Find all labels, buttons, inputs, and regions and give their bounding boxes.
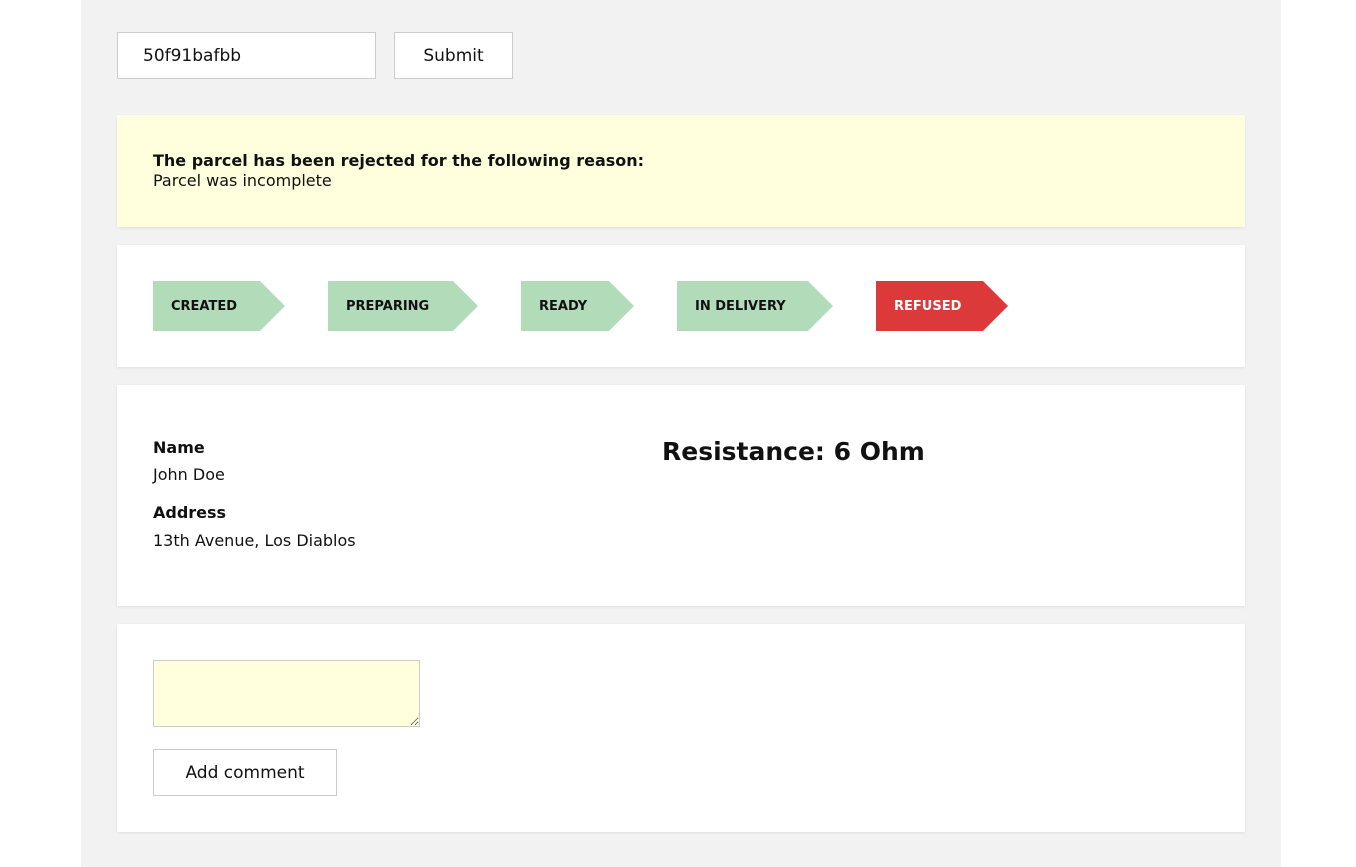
add-comment-button[interactable]: Add comment — [153, 749, 337, 796]
step-preparing: PREPARING — [328, 281, 478, 331]
step-ready: READY — [521, 281, 634, 331]
status-steps: CREATED PREPARING READY IN DELIVERY REFU… — [117, 245, 1245, 367]
rejection-alert: The parcel has been rejected for the fol… — [117, 115, 1245, 227]
step-refused: REFUSED — [876, 281, 1008, 331]
name-label: Name — [153, 438, 205, 457]
resistance-heading: Resistance: 6 Ohm — [662, 437, 925, 466]
comment-textarea[interactable] — [153, 660, 420, 727]
parcel-details: Name John Doe Address 13th Avenue, Los D… — [117, 385, 1245, 606]
step-created: CREATED — [153, 281, 285, 331]
parcel-id-input[interactable] — [117, 32, 376, 79]
address-label: Address — [153, 503, 227, 522]
main-panel: Submit The parcel has been rejected for … — [81, 0, 1281, 867]
alert-reason: Parcel was incomplete — [153, 171, 332, 190]
comment-section: Add comment — [117, 624, 1245, 832]
submit-button[interactable]: Submit — [394, 32, 513, 79]
name-value: John Doe — [153, 465, 225, 484]
alert-title: The parcel has been rejected for the fol… — [153, 151, 645, 170]
address-value: 13th Avenue, Los Diablos — [153, 531, 356, 550]
step-in-delivery: IN DELIVERY — [677, 281, 833, 331]
